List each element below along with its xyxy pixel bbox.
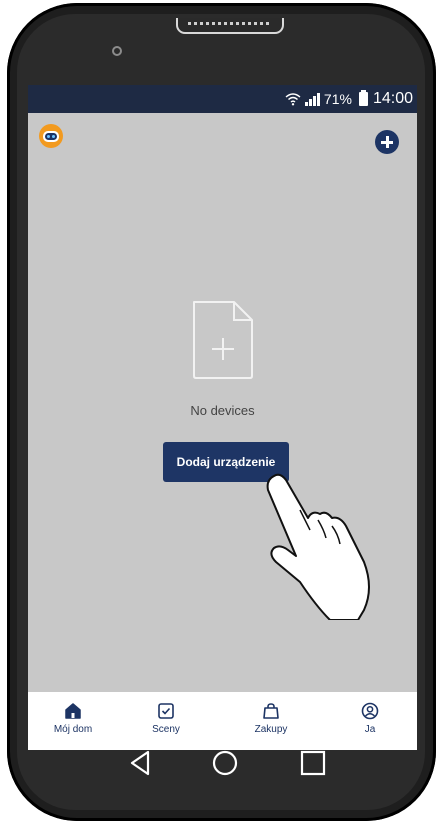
user-circle-icon [361,702,379,720]
nav-label: Mój dom [53,724,93,735]
back-icon[interactable] [128,750,152,776]
nav-item-scenes[interactable]: Sceny [131,702,201,735]
battery-icon [358,90,368,106]
nav-label: Ja [364,724,376,735]
bottom-navigation: Mój dom Sceny Zakupy Ja [28,692,417,750]
home-icon [65,703,81,719]
add-document-icon [193,301,253,379]
nav-label: Sceny [152,724,180,735]
robot-avatar-icon[interactable] [38,123,64,149]
nav-item-my-home[interactable]: Mój dom [38,702,108,735]
nav-item-me[interactable]: Ja [335,702,405,735]
battery-percent: 71% [323,91,352,107]
recent-apps-icon[interactable] [300,750,326,776]
checkbox-icon [158,703,174,719]
clock: 14:00 [372,90,413,107]
screen: 71% 14:00 No devices Dodaj urządzenie Mó… [28,85,417,750]
earpiece-speaker [176,18,284,34]
nav-item-shopping[interactable]: Zakupy [236,702,306,735]
shopping-bag-icon [263,703,279,719]
status-bar: 71% 14:00 [28,85,417,113]
front-camera [112,46,122,56]
add-device-header-button[interactable] [375,130,399,154]
wifi-icon [285,93,301,106]
signal-icon [304,92,320,106]
nav-label: Zakupy [254,724,288,735]
home-circle-icon[interactable] [212,750,238,776]
pointing-hand-icon [266,473,370,620]
system-navigation-bar [28,750,417,788]
empty-state-text: No devices [190,403,255,418]
